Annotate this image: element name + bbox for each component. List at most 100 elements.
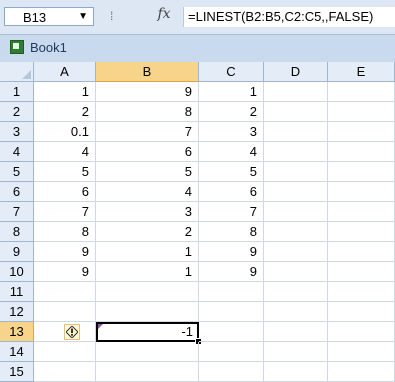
warning-diamond-icon[interactable] [64,324,80,340]
row-header-4[interactable]: 4 [0,142,34,162]
cell-c8[interactable]: 8 [199,222,264,242]
cell-a11[interactable] [34,282,96,302]
row-header-11[interactable]: 11 [0,282,34,302]
cell-d11[interactable] [264,282,328,302]
cell-b3[interactable]: 7 [96,122,199,142]
cell-a4[interactable]: 4 [34,142,96,162]
cell-c10[interactable]: 9 [199,262,264,282]
cell-a3[interactable]: 0.1 [34,122,96,142]
cell-d12[interactable] [264,302,328,322]
row-header-2[interactable]: 2 [0,102,34,122]
cell-d9[interactable] [264,242,328,262]
row-header-8[interactable]: 8 [0,222,34,242]
cell-e9[interactable] [328,242,395,262]
cell-d1[interactable] [264,82,328,102]
cell-a2[interactable]: 2 [34,102,96,122]
active-cell[interactable]: -1 [96,322,199,342]
cell-d13[interactable] [264,322,328,342]
cell-b14[interactable] [96,342,199,362]
cell-d5[interactable] [264,162,328,182]
cell-c15[interactable] [199,362,264,382]
cell-c5[interactable]: 5 [199,162,264,182]
column-header-e[interactable]: E [328,62,395,82]
cell-e5[interactable] [328,162,395,182]
cell-a10[interactable]: 9 [34,262,96,282]
row-header-9[interactable]: 9 [0,242,34,262]
column-header-d[interactable]: D [264,62,328,82]
cell-c2[interactable]: 2 [199,102,264,122]
cell-a8[interactable]: 8 [34,222,96,242]
cell-c13[interactable] [199,322,264,342]
cell-e2[interactable] [328,102,395,122]
row-header-10[interactable]: 10 [0,262,34,282]
cell-e3[interactable] [328,122,395,142]
row-header-12[interactable]: 12 [0,302,34,322]
cell-b1[interactable]: 9 [96,82,199,102]
column-header-b[interactable]: B [96,62,199,82]
cell-d8[interactable] [264,222,328,242]
cell-e6[interactable] [328,182,395,202]
cell-d2[interactable] [264,102,328,122]
cell-d14[interactable] [264,342,328,362]
cell-e4[interactable] [328,142,395,162]
cell-c9[interactable]: 9 [199,242,264,262]
insert-function-button[interactable]: fx [146,6,182,28]
cell-d3[interactable] [264,122,328,142]
name-box[interactable]: B13 ▼ [4,7,94,26]
row-header-15[interactable]: 15 [0,362,34,382]
cell-b2[interactable]: 8 [96,102,199,122]
cell-d15[interactable] [264,362,328,382]
cell-e13[interactable] [328,322,395,342]
row-header-6[interactable]: 6 [0,182,34,202]
cell-e8[interactable] [328,222,395,242]
cell-b12[interactable] [96,302,199,322]
row-header-14[interactable]: 14 [0,342,34,362]
cell-a15[interactable] [34,362,96,382]
cell-a6[interactable]: 6 [34,182,96,202]
column-header-a[interactable]: A [34,62,96,82]
cell-d10[interactable] [264,262,328,282]
cell-e10[interactable] [328,262,395,282]
row-header-1[interactable]: 1 [0,82,34,102]
cell-a12[interactable] [34,302,96,322]
cell-b7[interactable]: 3 [96,202,199,222]
spreadsheet-grid[interactable]: A B C D E 1 1 9 1 2 2 8 2 3 0.1 7 3 4 4 6 4 5 5 5 5 6 6 4 6 7 7 3 7 8 8 2 8 9… [0,62,395,382]
row-header-7[interactable]: 7 [0,202,34,222]
chevron-down-icon[interactable]: ▼ [78,11,88,22]
cell-e14[interactable] [328,342,395,362]
cell-c11[interactable] [199,282,264,302]
cell-c14[interactable] [199,342,264,362]
cell-e12[interactable] [328,302,395,322]
cell-c6[interactable]: 6 [199,182,264,202]
cell-d6[interactable] [264,182,328,202]
cell-b15[interactable] [96,362,199,382]
cell-c12[interactable] [199,302,264,322]
cell-e7[interactable] [328,202,395,222]
cell-b4[interactable]: 6 [96,142,199,162]
cell-b9[interactable]: 1 [96,242,199,262]
row-header-13[interactable]: 13 [0,322,34,342]
formula-bar-splitter[interactable]: ⁞ [110,9,114,23]
cell-d7[interactable] [264,202,328,222]
cell-b5[interactable]: 5 [96,162,199,182]
cell-e11[interactable] [328,282,395,302]
cell-c3[interactable]: 3 [199,122,264,142]
cell-c1[interactable]: 1 [199,82,264,102]
cell-d4[interactable] [264,142,328,162]
cell-b11[interactable] [96,282,199,302]
cell-b6[interactable]: 4 [96,182,199,202]
select-all-button[interactable] [0,62,34,82]
cell-a9[interactable]: 9 [34,242,96,262]
cell-e1[interactable] [328,82,395,102]
row-header-3[interactable]: 3 [0,122,34,142]
row-header-5[interactable]: 5 [0,162,34,182]
cell-c4[interactable]: 4 [199,142,264,162]
cell-a5[interactable]: 5 [34,162,96,182]
cell-a14[interactable] [34,342,96,362]
formula-input[interactable]: =LINEST(B2:B5,C2:C5,,FALSE) [183,7,395,27]
cell-a1[interactable]: 1 [34,82,96,102]
cell-c7[interactable]: 7 [199,202,264,222]
cell-a7[interactable]: 7 [34,202,96,222]
cell-e15[interactable] [328,362,395,382]
cell-b10[interactable]: 1 [96,262,199,282]
